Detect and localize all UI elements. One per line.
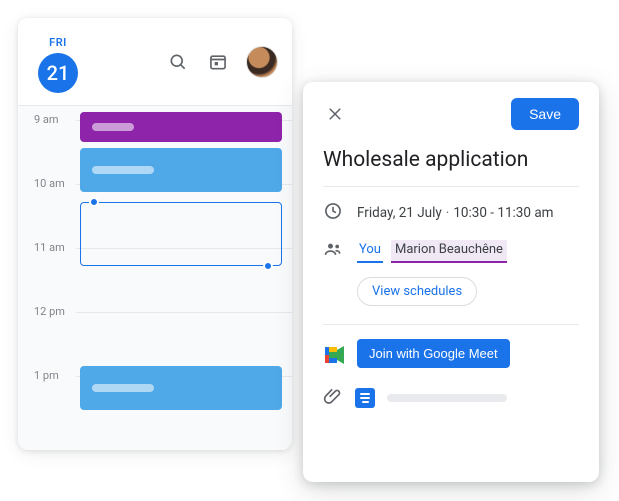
day-indicator[interactable]: FRI 21: [38, 36, 78, 93]
view-schedules-button[interactable]: View schedules: [357, 277, 477, 306]
guest-chip[interactable]: Marion Beauchêne: [391, 240, 507, 263]
resize-handle-top[interactable]: [89, 197, 99, 207]
avatar[interactable]: [246, 46, 278, 78]
event-block-purple[interactable]: [80, 112, 282, 142]
attachment-row[interactable]: [323, 386, 579, 410]
meet-row: Join with Google Meet: [323, 339, 579, 368]
clock-icon: [323, 201, 343, 225]
day-of-week-label: FRI: [49, 36, 67, 49]
guest-chips: You Marion Beauchêne: [357, 240, 507, 263]
today-calendar-icon[interactable]: [206, 50, 230, 74]
divider: [323, 324, 579, 325]
timeline[interactable]: 9 am 10 am 11 am 12 pm 1 pm: [18, 106, 292, 440]
time-label: 1 pm: [34, 369, 59, 382]
new-event-selection[interactable]: [80, 202, 282, 266]
attachment-name-placeholder: [387, 394, 507, 402]
view-schedules-row: View schedules: [357, 277, 579, 306]
time-label: 9 am: [34, 113, 59, 126]
event-datetime: Friday, 21 July·10:30 - 11:30 am: [357, 205, 554, 221]
people-icon: [323, 239, 343, 263]
join-meet-button[interactable]: Join with Google Meet: [357, 339, 510, 368]
event-detail-panel: Save Wholesale application Friday, 21 Ju…: [303, 82, 599, 482]
day-number: 21: [38, 53, 78, 93]
time-label: 10 am: [34, 177, 65, 190]
calendar-day-view: FRI 21 9 am 10 am 11 am 12: [18, 18, 292, 450]
attachment-icon: [323, 386, 343, 410]
save-button[interactable]: Save: [511, 98, 579, 130]
google-meet-icon: [323, 345, 345, 363]
detail-header: Save: [323, 98, 579, 130]
header-actions: [166, 46, 278, 78]
guest-chip-you[interactable]: You: [357, 240, 383, 263]
event-block-blue[interactable]: [80, 148, 282, 192]
close-icon[interactable]: [323, 102, 347, 126]
divider: [323, 186, 579, 187]
datetime-row[interactable]: Friday, 21 July·10:30 - 11:30 am: [323, 201, 579, 225]
time-label: 12 pm: [34, 305, 65, 318]
search-icon[interactable]: [166, 50, 190, 74]
calendar-header: FRI 21: [18, 18, 292, 106]
google-doc-icon[interactable]: [355, 388, 375, 408]
event-block-blue[interactable]: [80, 366, 282, 410]
event-title[interactable]: Wholesale application: [323, 148, 579, 172]
resize-handle-bottom[interactable]: [263, 261, 273, 271]
time-label: 11 am: [34, 241, 65, 254]
guests-row[interactable]: You Marion Beauchêne: [323, 239, 579, 263]
